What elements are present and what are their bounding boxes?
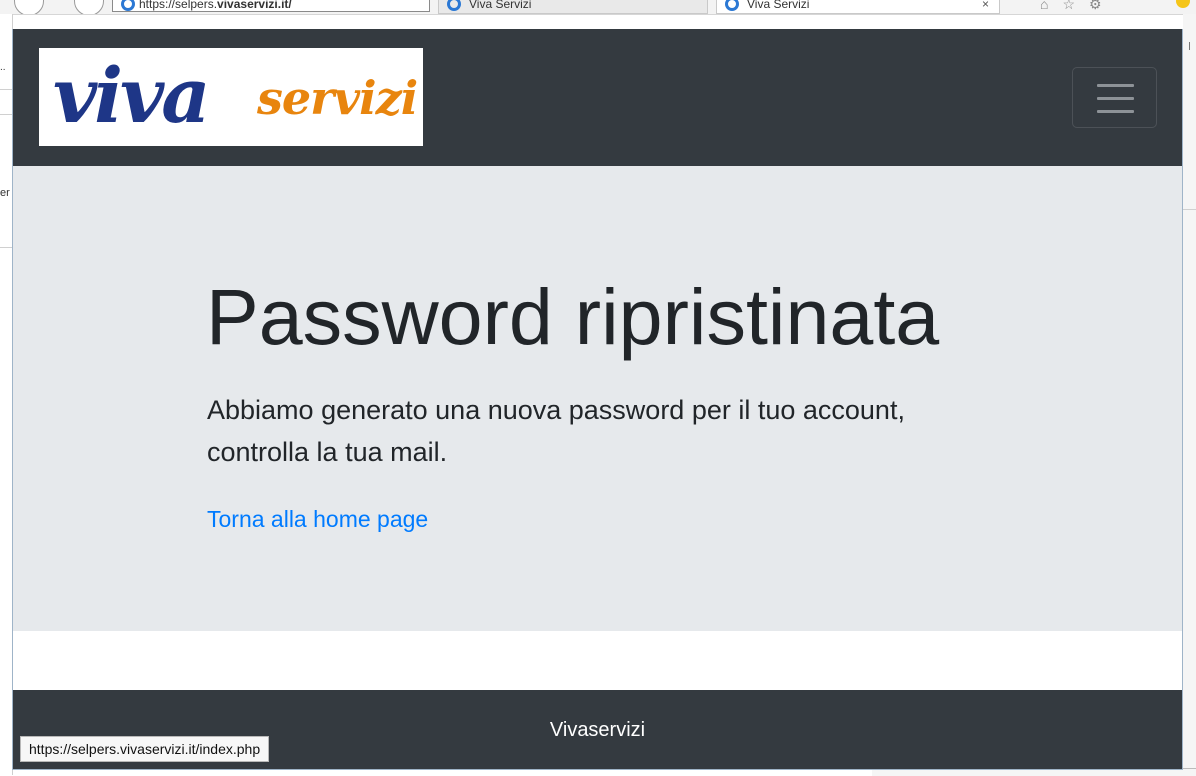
navbar: viva servizi xyxy=(13,29,1182,166)
feedback-smiley-icon[interactable] xyxy=(1176,0,1190,8)
browser-tab-2[interactable]: Viva Servizi × xyxy=(716,0,1000,14)
settings-icon[interactable]: ⚙ xyxy=(1089,0,1116,12)
divider xyxy=(0,89,12,90)
favorites-icon[interactable]: ☆ xyxy=(1062,0,1089,12)
logo-servizi-text: servizi xyxy=(257,71,418,125)
hamburger-bar-icon xyxy=(1097,97,1134,100)
address-bar[interactable]: https://selpers.vivaservizi.it/ xyxy=(112,0,430,12)
page-title: Password ripristinata xyxy=(206,272,940,361)
back-button[interactable] xyxy=(14,0,44,14)
home-icon[interactable]: ⌂ xyxy=(1040,0,1062,12)
divider xyxy=(0,247,12,248)
status-bar-url: https://selpers.vivaservizi.it/index.php xyxy=(20,736,270,762)
ie-icon xyxy=(447,0,461,11)
tab-close-icon[interactable]: × xyxy=(982,0,989,13)
logo-viva-text: viva xyxy=(53,51,210,140)
divider xyxy=(1183,209,1196,210)
viva-servizi-logo[interactable]: viva servizi xyxy=(39,48,423,146)
browser-window: viva servizi Password ripristinata Abbia… xyxy=(12,29,1183,770)
address-domain: vivaservizi.it/ xyxy=(217,0,292,11)
hamburger-bar-icon xyxy=(1097,110,1134,113)
hamburger-bar-icon xyxy=(1097,84,1134,87)
browser-chrome: https://selpers.vivaservizi.it/ Viva Ser… xyxy=(0,0,1196,15)
back-to-home-link[interactable]: Torna alla home page xyxy=(207,504,428,534)
toolbar-icons: ⌂☆⚙ xyxy=(1040,0,1116,13)
tab-label: Viva Servizi xyxy=(747,0,810,11)
tab-label: Viva Servizi xyxy=(469,0,532,11)
jumbotron: Password ripristinata Abbiamo generato u… xyxy=(13,166,1182,631)
background-window-right xyxy=(1183,14,1196,775)
hamburger-menu-button[interactable] xyxy=(1072,67,1157,128)
address-prefix: https://selpers. xyxy=(139,0,218,11)
browser-tab-1[interactable]: Viva Servizi xyxy=(438,0,708,14)
divider xyxy=(0,114,12,115)
divider xyxy=(1189,42,1190,50)
confirmation-message: Abbiamo generato una nuova password per … xyxy=(207,395,905,467)
background-window-text: er xyxy=(0,187,10,199)
forward-button[interactable] xyxy=(74,0,104,14)
ie-icon xyxy=(725,0,739,11)
ie-icon xyxy=(121,0,135,11)
background-window-dots: .. xyxy=(0,62,6,73)
